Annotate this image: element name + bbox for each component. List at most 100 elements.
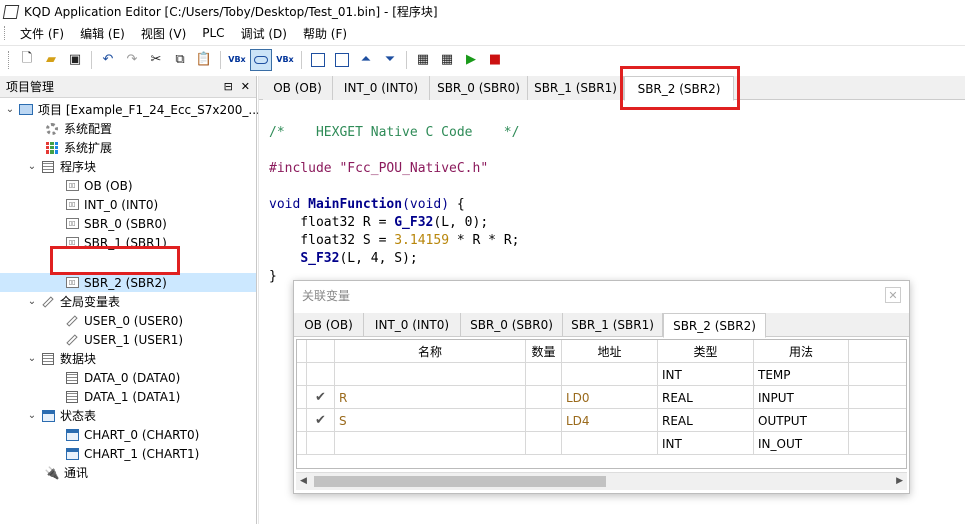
paste-icon[interactable]: 📋 [193, 49, 215, 71]
compile-icon[interactable] [307, 49, 329, 71]
cell-count[interactable] [526, 432, 562, 455]
collapse-icon[interactable]: ⌄ [4, 104, 16, 115]
row-check-icon[interactable]: ✔ [307, 409, 335, 432]
stop-icon[interactable]: ■ [484, 49, 506, 71]
menu-bar: 文件 (F) 编辑 (E) 视图 (V) PLC 调试 (D) 帮助 (F) [0, 22, 965, 44]
tree-item-ob[interactable]: ▯▯ OB (OB) [64, 176, 133, 195]
dialog-titlebar[interactable]: 关联变量 ✕ [294, 281, 909, 309]
cell-address[interactable] [562, 432, 658, 455]
cell-type[interactable]: INT [658, 432, 754, 455]
tree-item-data1[interactable]: DATA_1 (DATA1) [64, 387, 180, 406]
copy-icon[interactable]: ⧉ [169, 49, 191, 71]
row-check-icon[interactable] [307, 432, 335, 455]
cell-usage[interactable]: TEMP [754, 363, 849, 386]
cell-type[interactable]: REAL [658, 409, 754, 432]
undo-icon[interactable]: ↶ [97, 49, 119, 71]
scroll-left-icon[interactable]: ◀ [300, 476, 307, 486]
cell-usage[interactable]: OUTPUT [754, 409, 849, 432]
download-icon[interactable]: ⏷ [379, 49, 401, 71]
tree-item-system-ext[interactable]: 系统扩展 [44, 138, 112, 157]
menu-view[interactable]: 视图 (V) [135, 25, 196, 42]
collapse-icon[interactable]: ⌄ [26, 353, 38, 364]
dialog-tab-ob[interactable]: OB (OB) [294, 313, 364, 337]
redo-icon[interactable]: ↷ [121, 49, 143, 71]
dialog-tab-sbr1[interactable]: SBR_1 (SBR1) [563, 313, 663, 337]
cell-address[interactable]: LD4 [562, 409, 658, 432]
tree-item-int0[interactable]: ▯▯ INT_0 (INT0) [64, 195, 158, 214]
menu-help[interactable]: 帮助 (F) [297, 25, 357, 42]
collapse-icon[interactable]: ⌄ [26, 161, 38, 172]
tab-sbr0[interactable]: SBR_0 (SBR0) [430, 76, 528, 100]
cell-usage[interactable]: INPUT [754, 386, 849, 409]
cell-count[interactable] [526, 363, 562, 386]
horizontal-scrollbar[interactable]: ◀ ▶ [296, 472, 907, 490]
tree-item-chart1[interactable]: CHART_1 (CHART1) [64, 444, 199, 463]
dialog-close-icon[interactable]: ✕ [885, 287, 901, 303]
tree-item-global-vars[interactable]: ⌄ 全局变量表 [26, 292, 120, 311]
collapse-icon[interactable]: ⌄ [26, 296, 38, 307]
variable-view-icon[interactable]: VBx [226, 49, 248, 71]
tree-item-user1[interactable]: USER_1 (USER1) [64, 330, 183, 349]
menu-edit[interactable]: 编辑 (E) [74, 25, 135, 42]
upload-icon[interactable]: ⏶ [355, 49, 377, 71]
pin-icon[interactable]: ⊟ [224, 80, 233, 93]
cell-usage[interactable]: IN_OUT [754, 432, 849, 455]
column-header-usage[interactable]: 用法 [754, 340, 849, 363]
cell-name[interactable] [335, 432, 526, 455]
cell-count[interactable] [526, 386, 562, 409]
variable-link-icon[interactable]: VBx [274, 49, 296, 71]
tab-sbr1[interactable]: SBR_1 (SBR1) [528, 76, 624, 100]
row-check-icon[interactable]: ✔ [307, 386, 335, 409]
row-check-icon[interactable] [307, 363, 335, 386]
scrollbar-thumb[interactable] [314, 476, 606, 487]
cut-icon[interactable]: ✂ [145, 49, 167, 71]
tree-item-sbr0[interactable]: ▯▯ SBR_0 (SBR0) [64, 214, 167, 233]
column-header-type[interactable]: 类型 [658, 340, 754, 363]
dialog-tab-sbr2[interactable]: SBR_2 (SBR2) [663, 313, 766, 338]
cell-address[interactable]: LD0 [562, 386, 658, 409]
column-header-count[interactable]: 数量 [526, 340, 562, 363]
code-text[interactable]: /* HEXGET Native C Code */ #include "Fcc… [269, 124, 519, 286]
collapse-icon[interactable]: ⌄ [26, 410, 38, 421]
tree-item-project[interactable]: ⌄ 项目 [Example_F1_24_Ecc_S7x200_... [4, 100, 260, 119]
monitor-icon[interactable]: ▦ [412, 49, 434, 71]
cell-name[interactable] [335, 363, 526, 386]
table-row[interactable]: ✔ S LD4 REAL OUTPUT [297, 409, 906, 432]
cell-name[interactable]: S [335, 409, 526, 432]
cell-type[interactable]: REAL [658, 386, 754, 409]
table-row[interactable]: INT TEMP [297, 363, 906, 386]
tree-item-data0[interactable]: DATA_0 (DATA0) [64, 368, 180, 387]
run-icon[interactable]: ▶ [460, 49, 482, 71]
tree-item-comm[interactable]: 🔌 通讯 [44, 463, 89, 482]
cell-type[interactable]: INT [658, 363, 754, 386]
menu-plc[interactable]: PLC [196, 26, 234, 40]
save-all-icon[interactable]: ▣ [64, 49, 86, 71]
column-header-name[interactable]: 名称 [335, 340, 526, 363]
cell-name[interactable]: R [335, 386, 526, 409]
compile-all-icon[interactable] [331, 49, 353, 71]
table-row[interactable]: ✔ R LD0 REAL INPUT [297, 386, 906, 409]
tab-int0[interactable]: INT_0 (INT0) [333, 76, 430, 100]
close-icon[interactable]: ✕ [241, 80, 250, 93]
dialog-tab-int0[interactable]: INT_0 (INT0) [364, 313, 461, 337]
menu-debug[interactable]: 调试 (D) [235, 25, 297, 42]
tree-item-chart0[interactable]: CHART_0 (CHART0) [64, 425, 199, 444]
tree-item-sbr2[interactable]: ▯▯ SBR_2 (SBR2) [0, 273, 256, 292]
open-folder-icon[interactable]: ▰ [40, 49, 62, 71]
tree-item-system-config[interactable]: 系统配置 [44, 119, 112, 138]
table-row[interactable]: INT IN_OUT [297, 432, 906, 455]
monitor-stop-icon[interactable]: ▦ [436, 49, 458, 71]
dialog-tab-sbr0[interactable]: SBR_0 (SBR0) [461, 313, 563, 337]
menu-file[interactable]: 文件 (F) [14, 25, 74, 42]
toggle-view-icon[interactable] [250, 48, 272, 71]
tree-item-data-blocks[interactable]: ⌄ 数据块 [26, 349, 96, 368]
tree-item-user0[interactable]: USER_0 (USER0) [64, 311, 183, 330]
column-header-address[interactable]: 地址 [562, 340, 658, 363]
cell-count[interactable] [526, 409, 562, 432]
cell-address[interactable] [562, 363, 658, 386]
new-file-icon[interactable]: 🗋 [16, 49, 38, 71]
tab-ob[interactable]: OB (OB) [263, 76, 333, 100]
tree-item-program-blocks[interactable]: ⌄ 程序块 [26, 157, 96, 176]
scroll-right-icon[interactable]: ▶ [896, 476, 903, 486]
tree-item-status-table[interactable]: ⌄ 状态表 [26, 406, 96, 425]
